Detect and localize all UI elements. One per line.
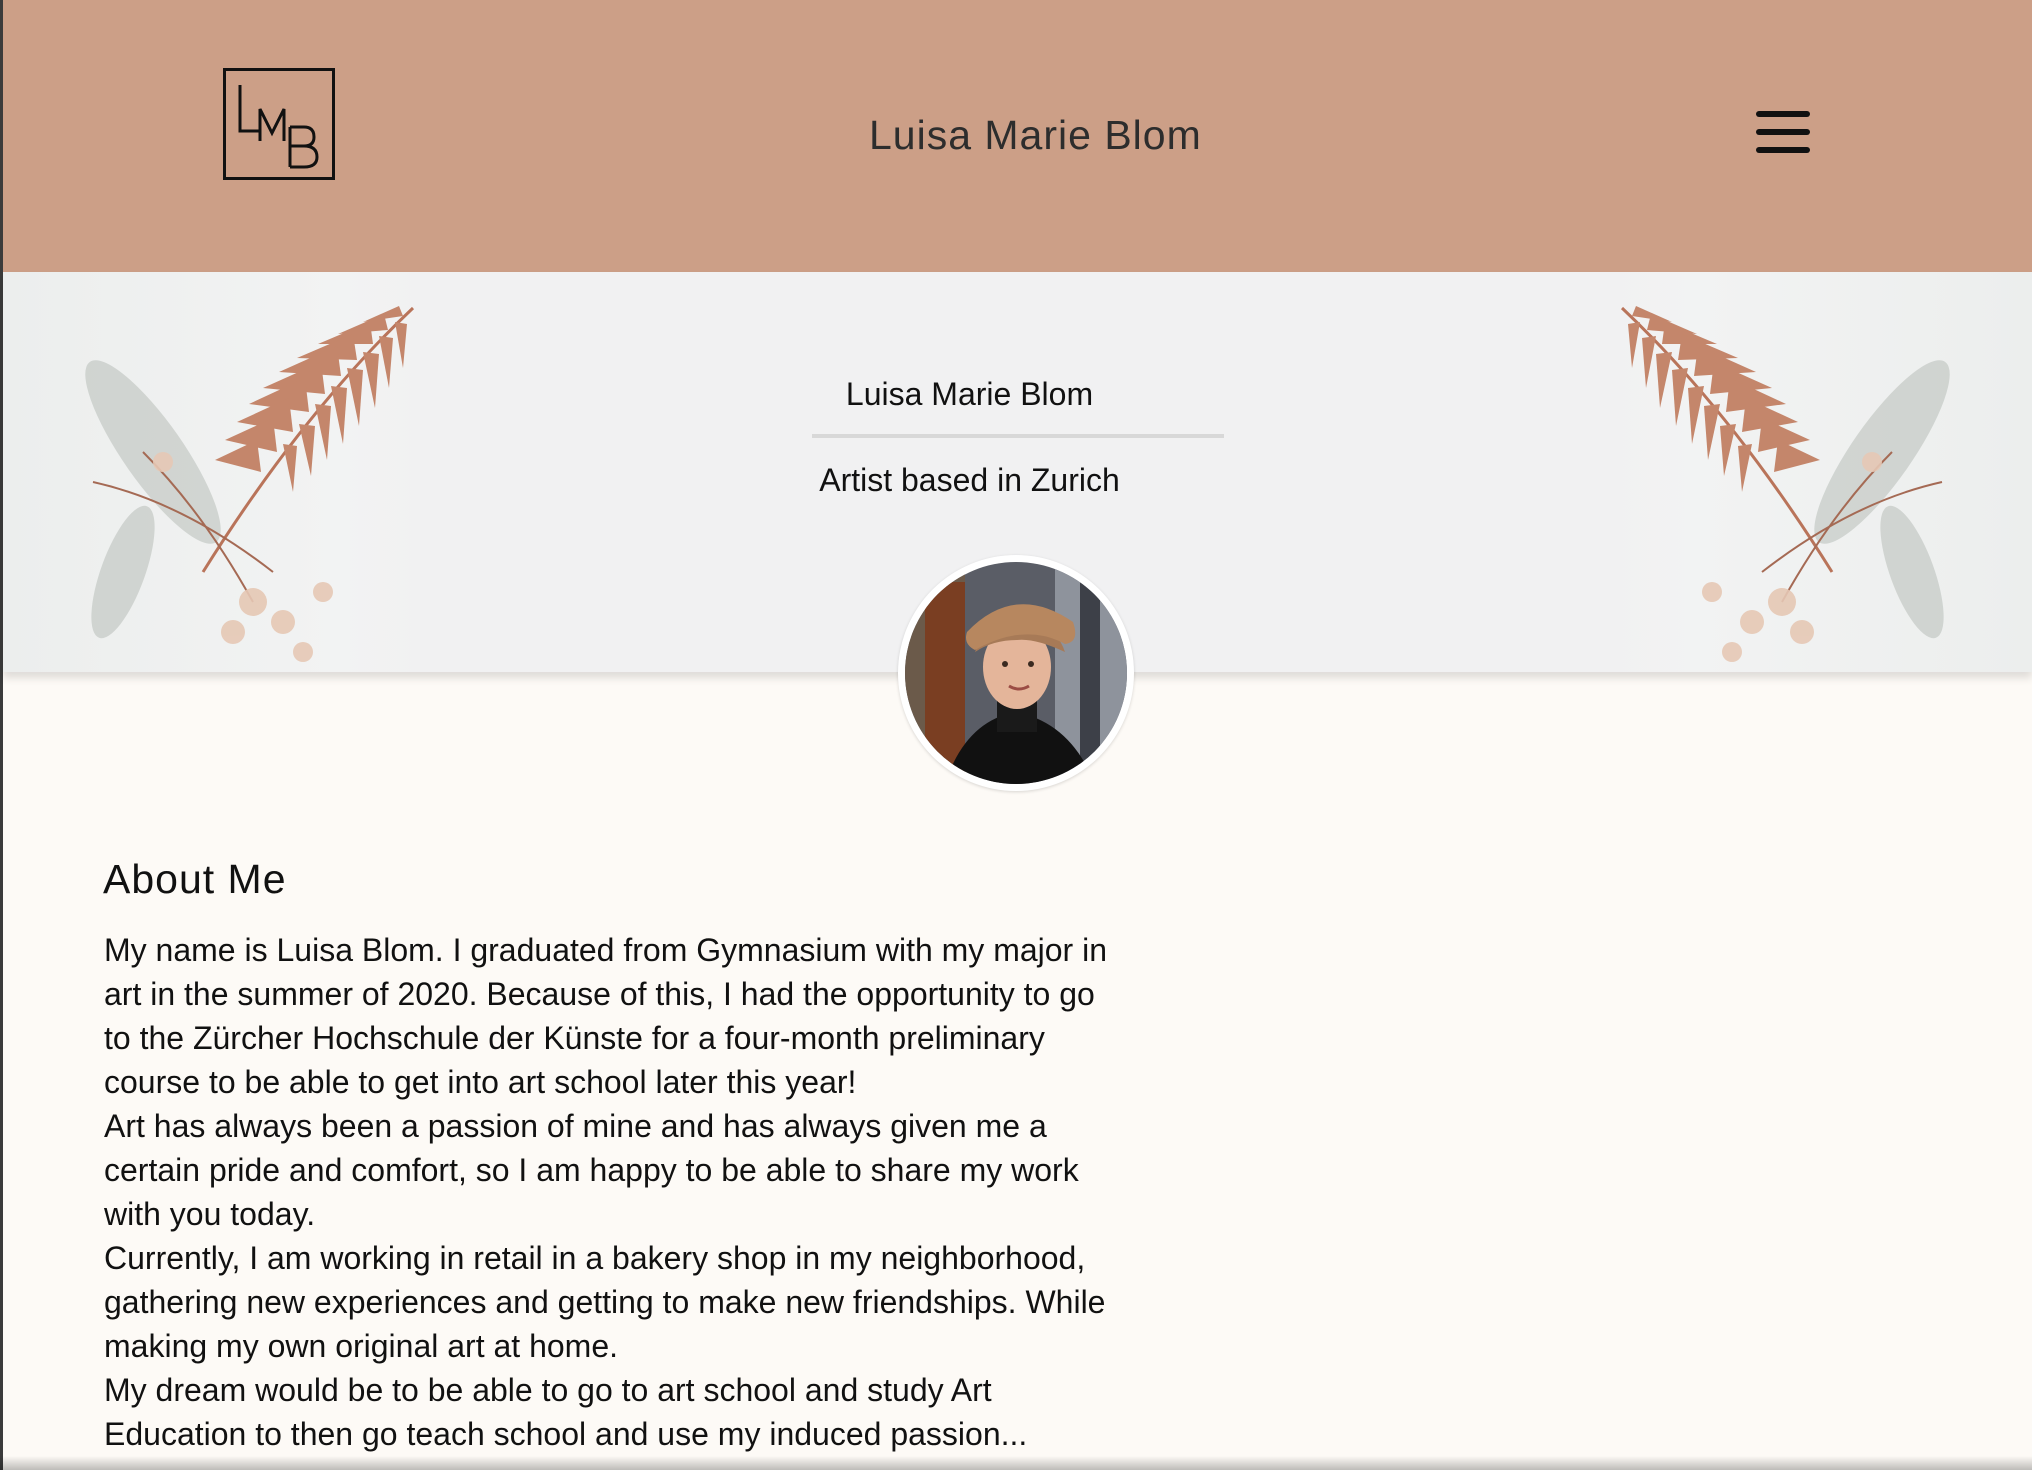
- hero-name: Luisa Marie Blom: [845, 376, 1094, 412]
- about-body: My name is Luisa Blom. I graduated from …: [104, 928, 1124, 1456]
- logo[interactable]: [223, 68, 335, 180]
- site-header: Luisa Marie Blom: [3, 0, 2032, 272]
- about-paragraph: My name is Luisa Blom. I graduated from …: [104, 932, 1107, 1100]
- hero-divider: [812, 434, 1224, 438]
- page: Luisa Marie Blom Luisa Marie Blom Artist…: [0, 0, 2032, 1470]
- window-bottom-edge: [0, 1456, 2032, 1470]
- about-paragraph: Currently, I am working in retail in a b…: [104, 1240, 1106, 1364]
- profile-photo-icon: [905, 562, 1127, 784]
- hero-subtitle: Artist based in Zurich: [819, 462, 1120, 498]
- about-paragraph: Art has always been a passion of mine an…: [104, 1108, 1079, 1232]
- avatar: [898, 555, 1134, 791]
- about-paragraph: My dream would be to be able to go to ar…: [104, 1372, 1028, 1452]
- profile-photo: [905, 562, 1127, 784]
- about-heading: About Me: [103, 856, 287, 902]
- hamburger-menu-button[interactable]: [1756, 108, 1810, 156]
- hamburger-menu-icon: [1756, 111, 1810, 153]
- site-title[interactable]: Luisa Marie Blom: [869, 112, 1202, 159]
- lmb-monogram-icon: [238, 85, 319, 169]
